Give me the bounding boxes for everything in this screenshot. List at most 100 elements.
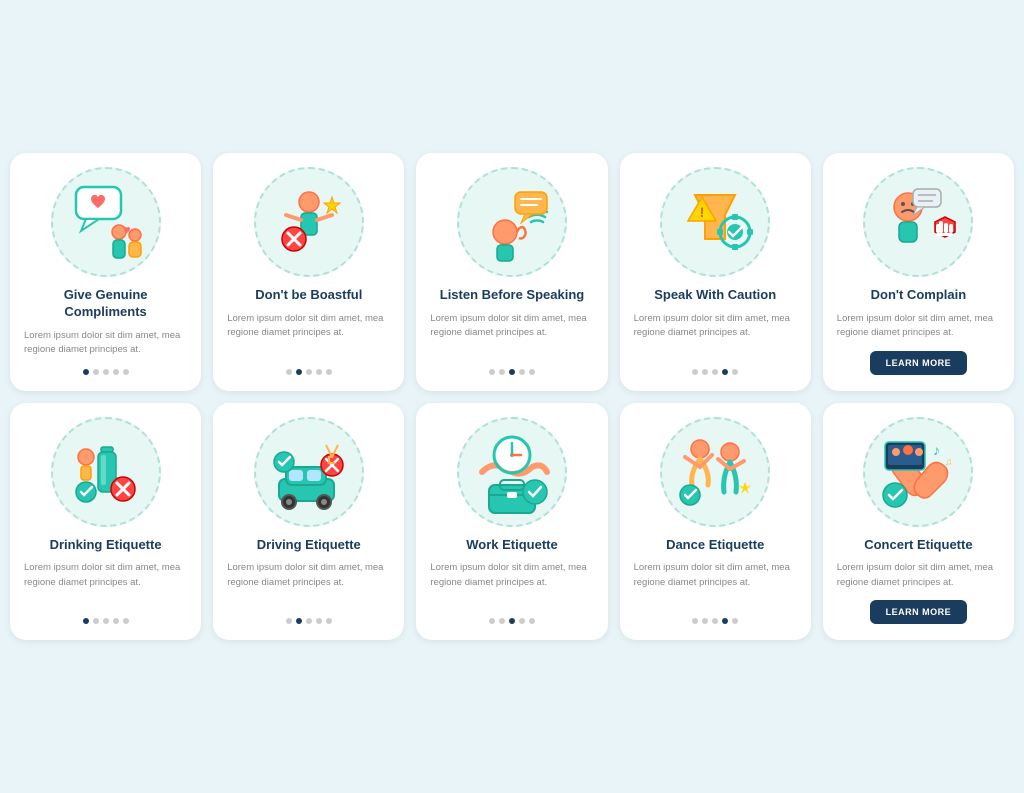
card-description: Lorem ipsum dolor sit dim amet, mea regi… (227, 312, 390, 359)
card-listen-before-speaking: Listen Before Speaking Lorem ipsum dolor… (416, 153, 607, 390)
icon-circle (254, 417, 364, 527)
card-title: Drinking Etiquette (50, 537, 162, 554)
dot-1 (489, 369, 495, 375)
svg-text:♫: ♫ (945, 457, 953, 468)
dot-4 (113, 618, 119, 624)
card-icon-area (430, 167, 593, 277)
drinking-etiquette-icon (61, 427, 151, 517)
card-icon-area (227, 167, 390, 277)
dot-5 (326, 369, 332, 375)
dot-4 (113, 369, 119, 375)
card-icon-area: ! (634, 167, 797, 277)
dot-5 (326, 618, 332, 624)
dot-5 (123, 618, 129, 624)
dot-1 (83, 618, 89, 624)
card-title: Speak With Caution (654, 287, 776, 304)
card-description: Lorem ipsum dolor sit dim amet, mea regi… (24, 329, 187, 359)
dot-4 (722, 618, 728, 624)
icon-circle (51, 167, 161, 277)
learn-more-button-2[interactable]: LEARN MORE (870, 600, 968, 624)
card-dont-complain: Don't Complain Lorem ipsum dolor sit dim… (823, 153, 1014, 390)
dot-3 (509, 369, 515, 375)
dot-2 (499, 369, 505, 375)
card-description: Lorem ipsum dolor sit dim amet, mea regi… (430, 312, 593, 359)
dot-4 (519, 369, 525, 375)
card-drinking-etiquette: Drinking Etiquette Lorem ipsum dolor sit… (10, 403, 201, 640)
dot-1 (83, 369, 89, 375)
card-description: Lorem ipsum dolor sit dim amet, mea regi… (634, 312, 797, 359)
dot-2 (296, 618, 302, 624)
dot-5 (732, 618, 738, 624)
dot-4 (519, 618, 525, 624)
card-description: Lorem ipsum dolor sit dim amet, mea regi… (227, 561, 390, 608)
speak-with-caution-icon: ! (670, 177, 760, 267)
concert-etiquette-icon: ♪ ♫ (873, 427, 963, 517)
dots-indicator (83, 618, 129, 624)
work-etiquette-icon (467, 427, 557, 517)
dot-2 (296, 369, 302, 375)
dots-indicator (489, 618, 535, 624)
card-title: Driving Etiquette (257, 537, 361, 554)
card-icon-area (227, 417, 390, 527)
card-icon-area (837, 167, 1000, 277)
dot-5 (732, 369, 738, 375)
dance-etiquette-icon (670, 427, 760, 517)
card-give-genuine-compliments: Give Genuine Compliments Lorem ipsum dol… (10, 153, 201, 390)
card-title: Work Etiquette (466, 537, 558, 554)
icon-circle (863, 167, 973, 277)
card-dance-etiquette: Dance Etiquette Lorem ipsum dolor sit di… (620, 403, 811, 640)
dot-3 (712, 369, 718, 375)
card-driving-etiquette: Driving Etiquette Lorem ipsum dolor sit … (213, 403, 404, 640)
icon-circle (660, 417, 770, 527)
dont-complain-icon (873, 177, 963, 267)
dot-3 (509, 618, 515, 624)
dot-5 (123, 369, 129, 375)
dot-1 (286, 618, 292, 624)
svg-text:!: ! (700, 204, 705, 220)
card-icon-area (24, 417, 187, 527)
dot-4 (316, 618, 322, 624)
dot-5 (529, 369, 535, 375)
card-title: Don't Complain (871, 287, 967, 304)
dots-indicator (286, 618, 332, 624)
card-title: Listen Before Speaking (440, 287, 584, 304)
dots-indicator (286, 369, 332, 375)
card-description: Lorem ipsum dolor sit dim amet, mea regi… (24, 561, 187, 608)
card-description: Lorem ipsum dolor sit dim amet, mea regi… (837, 561, 1000, 590)
icon-circle (254, 167, 364, 277)
dot-2 (93, 369, 99, 375)
learn-more-button[interactable]: LEARN MORE (870, 351, 968, 375)
dot-1 (692, 369, 698, 375)
card-icon-area (430, 417, 593, 527)
card-title: Dance Etiquette (666, 537, 764, 554)
card-icon-area (634, 417, 797, 527)
dot-5 (529, 618, 535, 624)
dots-indicator (489, 369, 535, 375)
dot-3 (306, 369, 312, 375)
dots-indicator (692, 618, 738, 624)
icon-circle: ♪ ♫ (863, 417, 973, 527)
card-icon-area (24, 167, 187, 277)
dot-3 (306, 618, 312, 624)
card-title: Give Genuine Compliments (24, 287, 187, 321)
dot-1 (489, 618, 495, 624)
icon-circle (51, 417, 161, 527)
icon-circle (457, 167, 567, 277)
give-genuine-compliments-icon (61, 177, 151, 267)
dot-3 (712, 618, 718, 624)
dot-2 (499, 618, 505, 624)
driving-etiquette-icon (264, 427, 354, 517)
dot-1 (692, 618, 698, 624)
svg-text:♪: ♪ (933, 442, 940, 458)
card-title: Concert Etiquette (864, 537, 972, 554)
dot-4 (722, 369, 728, 375)
card-description: Lorem ipsum dolor sit dim amet, mea regi… (837, 312, 1000, 341)
icon-circle: ! (660, 167, 770, 277)
dont-be-boastful-icon (264, 177, 354, 267)
card-title: Don't be Boastful (255, 287, 362, 304)
card-icon-area: ♪ ♫ (837, 417, 1000, 527)
card-grid: Give Genuine Compliments Lorem ipsum dol… (10, 153, 1014, 640)
dot-2 (93, 618, 99, 624)
card-description: Lorem ipsum dolor sit dim amet, mea regi… (430, 561, 593, 608)
dot-1 (286, 369, 292, 375)
